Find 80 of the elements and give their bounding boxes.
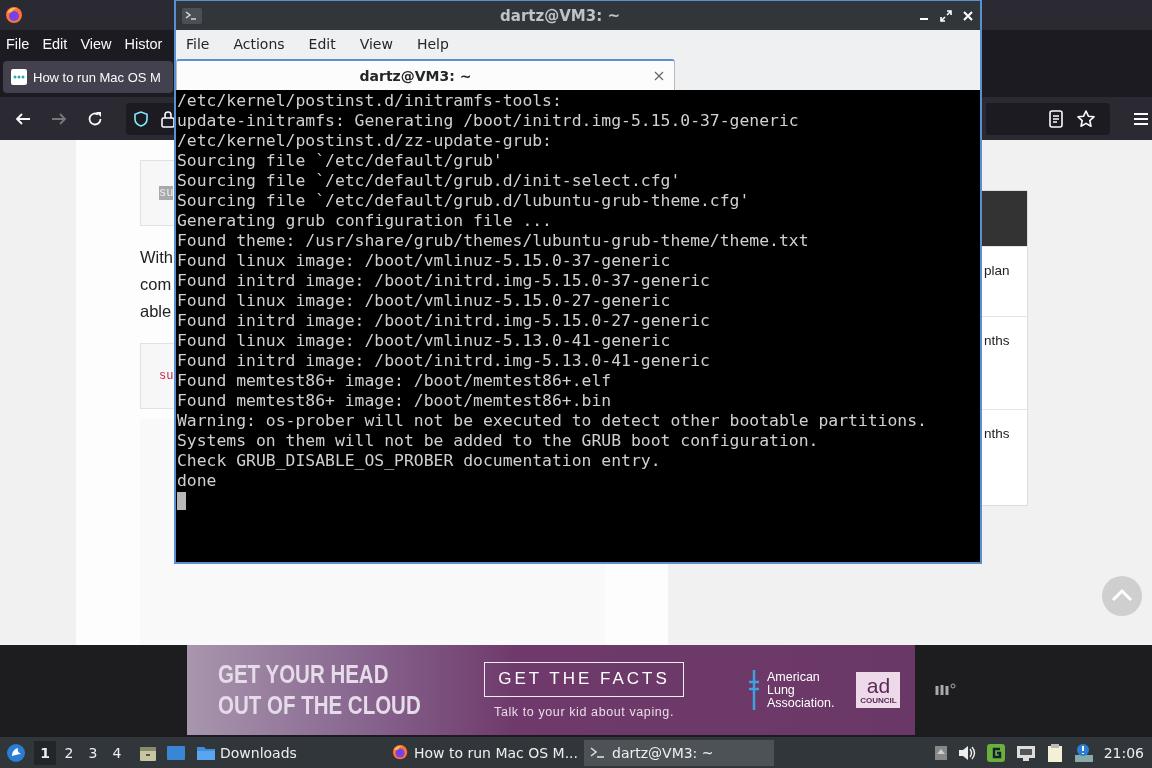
terminal-line: Sourcing file `/etc/default/grub' xyxy=(177,151,504,171)
favicon-icon xyxy=(11,69,27,85)
start-menu-icon[interactable] xyxy=(6,742,26,763)
g-logo-icon[interactable] xyxy=(985,742,1006,763)
menu-item[interactable]: Actions xyxy=(233,36,285,52)
menu-item[interactable]: Help xyxy=(416,36,449,52)
paragraph-text: With xyxy=(140,247,173,268)
sponsor-name: Association. xyxy=(767,696,835,710)
menu-item[interactable]: View xyxy=(80,35,112,52)
paragraph-text: able xyxy=(140,301,172,322)
terminal-line: Check GRUB_DISABLE_OS_PROBER documentation entry. xyxy=(177,451,662,471)
workspace-button[interactable]: 2 xyxy=(58,740,80,765)
terminal-line: done xyxy=(177,471,218,491)
code-text: su xyxy=(159,186,174,200)
terminal-line: Found initrd image: /boot/initrd.img-5.13.0-41-generic xyxy=(177,351,711,371)
terminal-icon xyxy=(182,7,202,24)
terminal-line: Found memtest86+ image: /boot/memtest86+.elf xyxy=(177,371,613,391)
table-header xyxy=(982,191,1027,246)
reader-view-icon xyxy=(1048,109,1064,128)
terminal-line: Sourcing file `/etc/default/grub.d/lubuntu-grub-theme.cfg' xyxy=(177,191,751,211)
window-title: dartz@VM3: ~ xyxy=(499,6,621,25)
terminal-tab[interactable]: dartz@VM3: ~ xyxy=(176,59,675,90)
workspace-button[interactable]: 4 xyxy=(106,740,128,765)
ad-headline: OUT OF THE CLOUD xyxy=(218,690,422,721)
star-icon xyxy=(1076,108,1096,129)
terminal-line: Generating grub configuration file ... xyxy=(177,211,553,231)
terminal-line: Warning: os-prober will not be executed to detect other bootable partitions. xyxy=(177,411,928,431)
terminal-line: /etc/kernel/postinst.d/zz-update-grub: xyxy=(177,131,553,151)
reload-icon[interactable] xyxy=(86,109,104,128)
terminal-line: Found linux image: /boot/vmlinuz-5.13.0-41-generic xyxy=(177,331,672,351)
table-cell: nths xyxy=(984,426,1010,441)
address-field[interactable] xyxy=(986,102,1110,135)
terminal-line: Sourcing file `/etc/default/grub.d/init-select.cfg' xyxy=(177,171,682,191)
taskbar-task[interactable]: Downloads xyxy=(192,739,382,766)
sponsor-name: American xyxy=(767,670,821,684)
network-icon[interactable] xyxy=(1015,743,1036,762)
ad-banner[interactable]: GET YOUR HEAD OUT OF THE CLOUD GET THE FACTS Talk to your kid about vaping. American Lung Association. ad COUNCIL xyxy=(187,645,915,735)
taskbar-task[interactable]: dartz@VM3: ~ xyxy=(584,739,774,766)
padlock-icon xyxy=(160,109,176,128)
table-cell: plan xyxy=(984,263,1010,278)
ad-tagline: Talk to your kid about vaping. xyxy=(494,704,674,719)
terminal-line: Found linux image: /boot/vmlinuz-5.15.0-27-generic xyxy=(177,291,672,311)
browser-tab[interactable]: How to run Mac OS M xyxy=(3,61,173,93)
terminal-line: Found theme: /usr/share/grub/themes/lubuntu-grub-theme/theme.txt xyxy=(177,231,810,251)
menu-item[interactable]: View xyxy=(359,36,393,52)
text-cursor xyxy=(177,492,186,510)
menu-icon[interactable] xyxy=(1132,110,1150,127)
code-text: su xyxy=(159,369,174,383)
paragraph-text: com xyxy=(140,274,172,295)
terminal-line: update-initramfs: Generating /boot/initrd.img-5.15.0-37-generic xyxy=(177,111,800,131)
menu-item[interactable]: Edit xyxy=(308,36,336,52)
shield-icon xyxy=(132,109,150,128)
eject-icon[interactable] xyxy=(933,744,948,761)
maximize-icon[interactable] xyxy=(940,9,952,22)
terminal-line: Found initrd image: /boot/initrd.img-5.15.0-27-generic xyxy=(177,311,711,331)
facts-button[interactable]: GET THE FACTS xyxy=(484,661,684,697)
menu-item[interactable]: File xyxy=(186,36,210,52)
firefox-icon xyxy=(5,6,23,24)
menu-item[interactable]: Histor xyxy=(124,35,163,52)
menu-item[interactable]: File xyxy=(6,35,30,52)
clock[interactable]: 21:06 xyxy=(1103,744,1144,761)
council-logo: ad COUNCIL xyxy=(856,672,901,708)
clipboard-icon[interactable] xyxy=(1045,742,1064,763)
sponsor-name: Lung xyxy=(767,683,795,697)
terminal-line: /etc/kernel/postinst.d/initramfs-tools: xyxy=(177,91,563,111)
notification-icon[interactable] xyxy=(1073,742,1094,763)
terminal-line: Systems on them will not be added to the GRUB boot configuration. xyxy=(177,431,820,451)
ad-choices-icon xyxy=(935,683,957,697)
double-cross-icon xyxy=(748,670,760,710)
speaker-icon[interactable] xyxy=(957,744,976,761)
terminal-line: Found memtest86+ image: /boot/memtest86+.bin xyxy=(177,391,613,411)
workspace-button[interactable]: 1 xyxy=(34,740,56,765)
table-cell: nths xyxy=(984,333,1010,348)
terminal-line: Found linux image: /boot/vmlinuz-5.15.0-37-generic xyxy=(177,251,672,271)
menu-item[interactable]: Edit xyxy=(42,35,68,52)
ad-headline: GET YOUR HEAD xyxy=(218,659,390,690)
workspace-button[interactable]: 3 xyxy=(82,740,104,765)
close-icon[interactable] xyxy=(654,70,664,81)
terminal-line: Found initrd image: /boot/initrd.img-5.15.0-37-generic xyxy=(177,271,711,291)
taskbar-task[interactable]: How to run Mac OS M... xyxy=(388,739,578,766)
